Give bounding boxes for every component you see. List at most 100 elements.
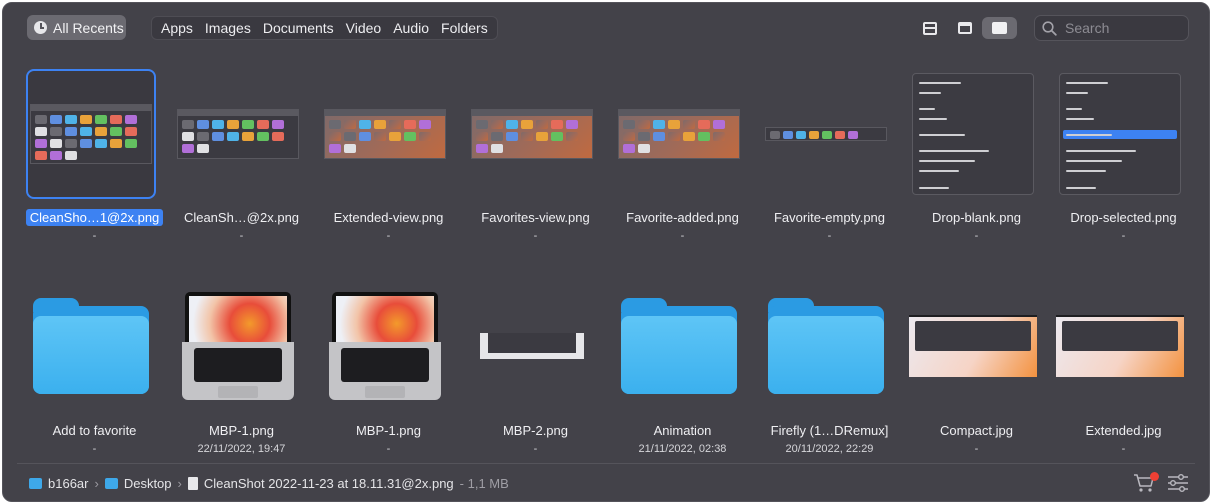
recents-window: All Recents Apps Images Documents Video …: [2, 2, 1210, 502]
item-name: Animation: [653, 423, 712, 438]
grid-item[interactable]: CleanSh…@2x.png -: [168, 63, 315, 253]
item-subtitle: -: [974, 230, 979, 242]
path-segment-desktop[interactable]: Desktop: [124, 476, 172, 491]
item-subtitle: -: [239, 230, 244, 242]
image-thumbnail: [618, 109, 740, 159]
notification-badge: [1150, 472, 1159, 481]
path-segment-b166ar[interactable]: b166ar: [48, 476, 88, 491]
folder-icon: [104, 477, 118, 489]
grid-item[interactable]: Extended-view.png -: [315, 63, 462, 253]
item-name: MBP-2.png: [502, 423, 569, 438]
item-subtitle: -: [974, 443, 979, 455]
thumbnail: [908, 281, 1038, 411]
thumbnail: [761, 281, 891, 411]
filter-documents[interactable]: Documents: [257, 17, 340, 39]
top-bar-view-button[interactable]: [953, 17, 977, 39]
grid-item[interactable]: MBP-1.png -: [315, 275, 462, 465]
all-recents-button[interactable]: All Recents: [27, 15, 126, 40]
search-icon: [1042, 20, 1057, 36]
item-name: Favorite-added.png: [626, 210, 739, 225]
item-subtitle: -: [386, 230, 391, 242]
item-name: Add to favorite: [52, 423, 137, 438]
item-subtitle: 20/11/2022, 22:29: [785, 443, 874, 455]
grid-item[interactable]: MBP-2.png -: [462, 275, 609, 465]
thumbnail-view-button[interactable]: [982, 17, 1017, 39]
grid-item[interactable]: CleanSho…1@2x.png -: [21, 63, 168, 253]
path-file-name[interactable]: CleanShot 2022-11-23 at 18.11.31@2x.png: [204, 476, 454, 491]
filter-folders[interactable]: Folders: [435, 17, 494, 39]
laptop-image: [329, 292, 441, 400]
all-recents-label: All Recents: [53, 19, 124, 36]
item-subtitle: 21/11/2022, 02:38: [638, 443, 727, 455]
sliders-icon[interactable]: [1167, 474, 1189, 492]
item-name: Firefly (1…DRemux]: [770, 423, 889, 438]
thumbnail: [908, 69, 1038, 199]
image-thumbnail: [30, 104, 152, 164]
grid-item[interactable]: Favorite-empty.png -: [756, 63, 903, 253]
item-name: CleanSho…1@2x.png: [21, 209, 168, 226]
grid-item[interactable]: Drop-selected.png -: [1050, 63, 1197, 253]
grid-item[interactable]: Firefly (1…DRemux] 20/11/2022, 22:29: [756, 275, 903, 465]
item-subtitle: -: [92, 230, 97, 242]
item-name: MBP-1.png: [355, 423, 422, 438]
grid-item[interactable]: Drop-blank.png -: [903, 63, 1050, 253]
item-subtitle: -: [827, 230, 832, 242]
grid-item[interactable]: Extended.jpg -: [1050, 275, 1197, 465]
chevron-right-icon: ›: [94, 475, 99, 491]
filter-video[interactable]: Video: [340, 17, 388, 39]
filter-audio[interactable]: Audio: [387, 17, 435, 39]
image-thumbnail: [480, 333, 584, 359]
grid-item[interactable]: Animation 21/11/2022, 02:38: [609, 275, 756, 465]
item-name: MBP-1.png: [208, 423, 275, 438]
grid-item[interactable]: Compact.jpg -: [903, 275, 1050, 465]
thumbnail: [26, 281, 156, 411]
item-subtitle: -: [92, 443, 97, 455]
item-subtitle: -: [1121, 230, 1126, 242]
item-name: Compact.jpg: [940, 423, 1013, 438]
folder-icon: [33, 298, 149, 394]
image-thumbnail: [471, 109, 593, 159]
laptop-image: [182, 292, 294, 400]
image-thumbnail: [765, 127, 887, 141]
thumbnail: [1055, 281, 1185, 411]
filter-images[interactable]: Images: [199, 17, 257, 39]
thumbnail: [26, 69, 156, 199]
item-subtitle: -: [1121, 443, 1126, 455]
file-size: - 1,1 MB: [459, 475, 509, 491]
path-bar: b166ar › Desktop › CleanShot 2022-11-23 …: [29, 473, 509, 493]
thumbnail: [467, 69, 597, 199]
image-thumbnail: [909, 315, 1037, 377]
item-subtitle: -: [533, 230, 538, 242]
image-thumbnail: [177, 109, 299, 159]
item-name: Favorite-empty.png: [773, 210, 886, 225]
item-subtitle: -: [533, 443, 538, 455]
folder-icon: [29, 477, 42, 489]
grid-item[interactable]: Add to favorite -: [21, 275, 168, 465]
divider: [17, 463, 1195, 464]
item-subtitle: 22/11/2022, 19:47: [197, 443, 286, 455]
folder-icon: [768, 298, 884, 394]
thumbnail: [467, 281, 597, 411]
item-name: Drop-selected.png: [1070, 210, 1177, 225]
thumbnail: [761, 69, 891, 199]
grid-item[interactable]: MBP-1.png 22/11/2022, 19:47: [168, 275, 315, 465]
thumbnail-view-icon: [992, 22, 1007, 34]
category-filter-bar: Apps Images Documents Video Audio Folder…: [151, 16, 498, 40]
chevron-right-icon: ›: [177, 475, 182, 491]
item-name: Drop-blank.png: [932, 210, 1021, 225]
thumbnail: [614, 281, 744, 411]
clock-icon: [34, 21, 47, 34]
item-name: Extended-view.png: [333, 210, 444, 225]
grid-item[interactable]: Favorite-added.png -: [609, 63, 756, 253]
filter-apps[interactable]: Apps: [155, 17, 199, 39]
rows-view-button[interactable]: [918, 17, 942, 39]
item-subtitle: -: [386, 443, 391, 455]
search-field[interactable]: [1034, 15, 1189, 41]
search-input[interactable]: [1065, 20, 1175, 36]
context-menu-thumbnail: [912, 73, 1034, 195]
thumbnail: [320, 69, 450, 199]
item-name: Favorites-view.png: [481, 210, 590, 225]
grid-item[interactable]: Favorites-view.png -: [462, 63, 609, 253]
folder-icon: [621, 298, 737, 394]
item-name: CleanSh…@2x.png: [183, 210, 300, 225]
